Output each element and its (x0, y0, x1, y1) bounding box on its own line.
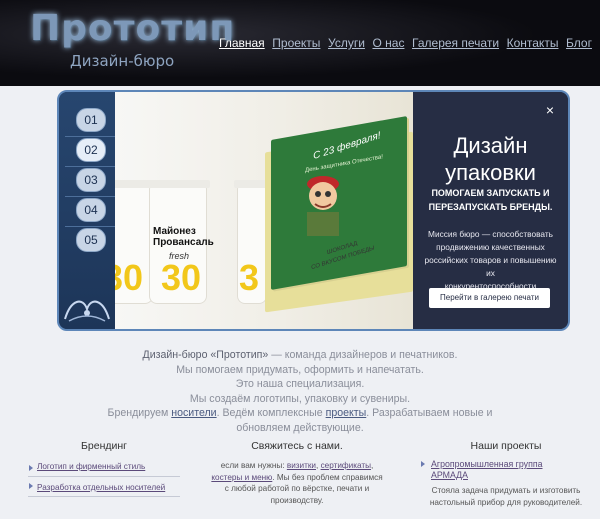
branding-column: Брендинг Логотип и фирменный стиль Разра… (28, 440, 180, 497)
intro-text: Дизайн-бюро «Прототип» — команда дизайне… (0, 348, 600, 435)
nav-link-home[interactable]: Главная (219, 36, 265, 50)
yogurt-cup-image: Майонез Провансаль fresh 30 (146, 180, 214, 304)
nav-link-about[interactable]: О нас (372, 36, 404, 50)
intro-line: Мы помогаем придумать, оформить и напеча… (176, 363, 424, 376)
contact-column: Свяжитесь с нами. если вам нужны: визитк… (206, 440, 388, 506)
logo-subtitle: Дизайн-бюро (70, 52, 175, 70)
intro-line: Это наша специализация. (235, 378, 365, 390)
ornament-icon (61, 289, 113, 325)
nav-link-print-gallery[interactable]: Галерея печати (412, 36, 499, 50)
contact-text: если вам нужны: визитки, сертификаты, ко… (211, 461, 383, 505)
main-nav: Главная Проекты Услуги О нас Галерея печ… (219, 36, 592, 50)
contact-title: Свяжитесь с нами. (251, 440, 343, 452)
slider-tab-05[interactable]: 05 (76, 228, 106, 252)
projects-title: Наши проекты (470, 440, 542, 452)
slide-subtitle: ПОМОГАЕМ ЗАПУСКАТЬ И ПЕРЕЗАПУСКАТЬ БРЕНДЫ… (428, 188, 553, 212)
slide-description: Миссия бюро — способствовать продвижению… (424, 229, 557, 291)
slider-tab-01[interactable]: 01 (76, 108, 106, 132)
close-icon[interactable]: × (546, 102, 554, 118)
hero-slider: 01 02 03 04 05 30 МайонезПровансаль fres… (57, 90, 570, 331)
nav-link-contacts[interactable]: Контакты (507, 36, 559, 50)
project-link-armada[interactable]: Агропромышленная группа АРМАДА (420, 459, 592, 480)
nav-link-services[interactable]: Услуги (328, 36, 365, 50)
media-link[interactable]: носители (171, 407, 216, 419)
tab-divider (65, 166, 117, 167)
cup-label: Майонез Провансаль (153, 226, 214, 248)
branding-title: Брендинг (81, 440, 127, 452)
intro-line: обновляем действующие. (236, 421, 364, 434)
branding-item-logo[interactable]: Логотип и фирменный стиль (28, 459, 180, 477)
intro-lead: Дизайн-бюро «Прототип» (142, 349, 269, 361)
cup-number: 30 (115, 257, 144, 298)
business-cards-link[interactable]: визитки (287, 461, 316, 470)
print-gallery-button[interactable]: Перейти в галерею печати (429, 288, 550, 308)
branding-item-media[interactable]: Разработка отдельных носителей (28, 477, 180, 497)
coasters-link[interactable]: костеры и меню (211, 473, 272, 482)
slide-image: 30 МайонезПровансаль fresh 30 3 С 23 фев… (115, 92, 413, 329)
intro-line: Мы создаём логотипы, упаковку и сувениры… (189, 392, 411, 405)
certificates-link[interactable]: сертификаты (321, 461, 371, 470)
yogurt-cup-image: 3 (234, 180, 268, 304)
yogurt-cup-image: 30 (115, 180, 156, 304)
logo[interactable]: Прототип (30, 8, 235, 49)
projects-column: Наши проекты Агропромышленная группа АРМА… (420, 440, 592, 508)
slider-tabs: 01 02 03 04 05 (59, 92, 117, 329)
footer-columns: Брендинг Логотип и фирменный стиль Разра… (0, 440, 600, 519)
cup-number: 3 (239, 257, 260, 298)
tab-divider (65, 196, 117, 197)
nav-link-blog[interactable]: Блог (566, 36, 592, 50)
projects-link[interactable]: проекты (326, 407, 367, 419)
slide-title: Дизайн упаковки (445, 133, 536, 185)
slider-tab-04[interactable]: 04 (76, 198, 106, 222)
header: Прототип Дизайн-бюро Главная Проекты Усл… (0, 0, 600, 86)
slider-tab-02[interactable]: 02 (76, 138, 106, 162)
cup-number: 30 (161, 257, 202, 298)
branding-list: Логотип и фирменный стиль Разработка отд… (28, 459, 180, 497)
project-description: Стояла задача придумать и изготовить наст… (429, 486, 583, 507)
nav-link-projects[interactable]: Проекты (272, 36, 320, 50)
soldier-illustration-icon (307, 176, 339, 236)
slider-tab-03[interactable]: 03 (76, 168, 106, 192)
tab-divider (65, 136, 117, 137)
intro-line: Брендируем носители. Ведём комплексные п… (107, 407, 493, 419)
slide-info-panel: × Дизайн упаковки ПОМОГАЕМ ЗАПУСКАТЬ И ПЕР… (413, 92, 568, 329)
tab-divider (65, 226, 117, 227)
